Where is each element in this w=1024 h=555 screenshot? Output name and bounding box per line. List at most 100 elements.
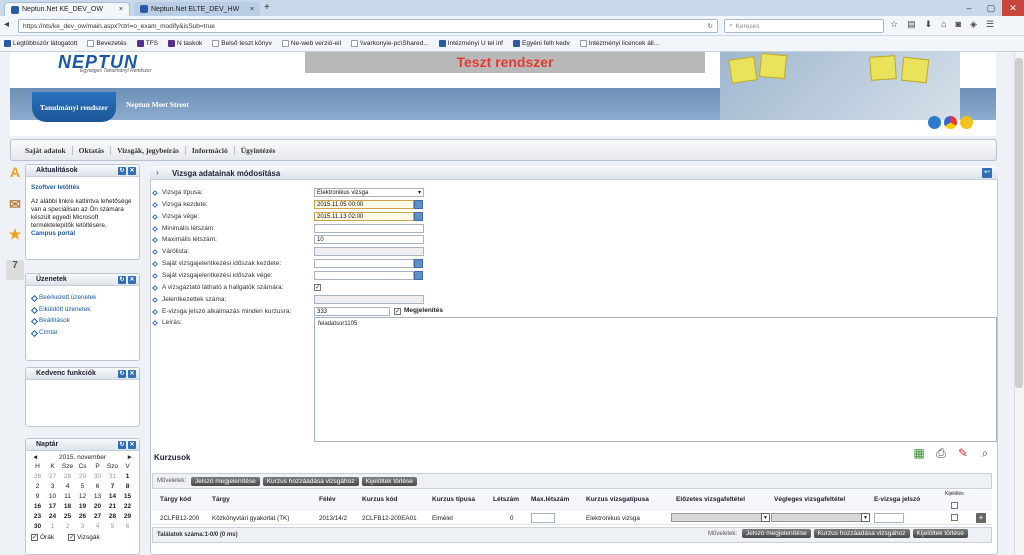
- calendar-picker-icon[interactable]: [414, 200, 423, 209]
- calendar-day[interactable]: 18: [60, 502, 75, 511]
- bookmark-item[interactable]: \\varkonyie-pc\Shared...: [351, 40, 429, 47]
- menu-icon[interactable]: ☰: [986, 19, 994, 30]
- own-period-end-input[interactable]: [314, 271, 414, 280]
- bookmark-item[interactable]: Bevezetés: [87, 40, 127, 47]
- calendar-day[interactable]: 6: [90, 482, 105, 491]
- calendar-day[interactable]: 1: [45, 522, 60, 531]
- col-targy-kod[interactable]: Tárgy kód: [160, 496, 191, 503]
- calendar-day[interactable]: 16: [30, 502, 45, 511]
- calendar-day[interactable]: 25: [60, 512, 75, 521]
- calendar-day[interactable]: 21: [105, 502, 120, 511]
- bookmark-item[interactable]: Intézményi licencek áll...: [579, 40, 659, 47]
- col-letszam[interactable]: Létszám: [493, 496, 519, 503]
- pocket-icon[interactable]: ◙: [956, 19, 961, 30]
- close-icon[interactable]: ✕: [128, 276, 136, 284]
- bookmark-item[interactable]: TFS: [136, 40, 158, 47]
- max-headcount-input[interactable]: 10: [314, 235, 424, 244]
- calendar-day[interactable]: 6: [120, 522, 135, 531]
- bookmark-item[interactable]: Ne-web verzió-eil: [281, 40, 341, 47]
- calendar-day[interactable]: 20: [90, 502, 105, 511]
- col-vegleges[interactable]: Végleges vizsgafeltétel: [774, 496, 845, 503]
- prev-month-icon[interactable]: ◄: [32, 454, 38, 461]
- calendar-day[interactable]: 24: [45, 512, 60, 521]
- back-icon[interactable]: ↩: [982, 168, 992, 178]
- browser-tab-active[interactable]: Neptun.Net KE_DEV_OW ×: [4, 2, 130, 16]
- menu-oktatas[interactable]: Oktatás: [73, 145, 112, 155]
- delete-selected-button[interactable]: Kijelöltek törlése: [912, 529, 968, 538]
- checkbox-orak[interactable]: ✓: [31, 534, 38, 541]
- calendar-day[interactable]: 1: [120, 472, 135, 481]
- col-vizsgatipus[interactable]: Kurzus vizsgatípusa: [586, 496, 649, 503]
- sent-link[interactable]: Elküldött üzenetek: [31, 304, 134, 316]
- clipboard-icon[interactable]: ▤: [907, 19, 916, 30]
- show-password-checkbox[interactable]: ✓: [394, 308, 401, 315]
- description-textarea[interactable]: feladatsor1105: [314, 317, 997, 442]
- reload-icon[interactable]: ↻: [708, 22, 713, 30]
- add-course-button[interactable]: Kurzus hozzáadása vizsgához: [813, 529, 910, 538]
- calendar-day[interactable]: 2: [60, 522, 75, 531]
- exam-end-input[interactable]: 2015.11.13 02:00: [314, 212, 414, 221]
- calendar-icon[interactable]: 7: [6, 260, 24, 280]
- col-kurzus-tipus[interactable]: Kurzus típusa: [432, 496, 475, 503]
- browser-tab-inactive[interactable]: Neptun.Net ELTE_DEV_HW ×: [134, 2, 260, 16]
- calendar-day[interactable]: 27: [90, 512, 105, 521]
- envelope-icon[interactable]: ✉: [6, 196, 24, 216]
- own-period-start-input[interactable]: [314, 259, 414, 268]
- star-icon[interactable]: ★: [6, 226, 24, 246]
- calendar-day[interactable]: 10: [45, 492, 60, 501]
- show-password-button[interactable]: Jelszó megjelenítése: [742, 529, 811, 538]
- bookmark-item[interactable]: Legtöbbször látogatott: [4, 40, 77, 47]
- add-row-icon[interactable]: +: [976, 513, 986, 523]
- directory-link[interactable]: Címtár: [31, 327, 134, 339]
- calendar-day[interactable]: 30: [90, 472, 105, 481]
- calendar-day[interactable]: 19: [75, 502, 90, 511]
- calendar-day[interactable]: 15: [120, 492, 135, 501]
- meet-street-link[interactable]: Neptun Meet Street: [126, 100, 189, 109]
- software-download-link[interactable]: Szoftver letöltés: [31, 184, 134, 192]
- preliminary-condition-select[interactable]: [671, 513, 763, 522]
- minimize-icon[interactable]: –: [958, 0, 980, 16]
- home-icon[interactable]: ⌂: [941, 19, 946, 30]
- add-course-button[interactable]: Kurzus hozzáadása vizsgához: [262, 476, 359, 486]
- calendar-day[interactable]: 12: [75, 492, 90, 501]
- exam-password-input[interactable]: 333: [314, 307, 390, 316]
- calendar-day[interactable]: 22: [120, 502, 135, 511]
- calendar-day[interactable]: 4: [90, 522, 105, 531]
- examiner-visible-checkbox[interactable]: ✓: [314, 284, 321, 291]
- col-jelszo[interactable]: E-vizsga jelszó: [874, 496, 920, 503]
- calendar-day[interactable]: 3: [45, 482, 60, 491]
- calendar-day[interactable]: 7: [105, 482, 120, 491]
- close-icon[interactable]: ×: [119, 6, 123, 13]
- calendar-day[interactable]: 5: [105, 522, 120, 531]
- exam-type-select[interactable]: Elektronikus vizsga ▾: [314, 188, 424, 197]
- show-password-button[interactable]: Jelszó megjelenítése: [191, 476, 260, 486]
- col-max-letszam[interactable]: Max.létszám: [531, 496, 569, 503]
- calendar-picker-icon[interactable]: [414, 271, 423, 280]
- calendar-day[interactable]: 26: [30, 472, 45, 481]
- print-icon[interactable]: ⎙: [934, 446, 948, 462]
- next-month-icon[interactable]: ►: [127, 454, 133, 461]
- max-headcount-cell-input[interactable]: [531, 513, 555, 523]
- calendar-day[interactable]: 2: [30, 482, 45, 491]
- calendar-day[interactable]: 14: [105, 492, 120, 501]
- calendar-day[interactable]: 11: [60, 492, 75, 501]
- calendar-day[interactable]: 3: [75, 522, 90, 531]
- shield-icon[interactable]: ◈: [970, 19, 977, 30]
- dropdown-arrow-icon[interactable]: ▼: [861, 513, 870, 522]
- final-condition-select[interactable]: [771, 513, 863, 522]
- settings-link[interactable]: Beállítások: [31, 315, 134, 327]
- search-input[interactable]: ⌕ Keresés: [724, 19, 884, 33]
- dropdown-arrow-icon[interactable]: ▼: [761, 513, 770, 522]
- accessibility-icon[interactable]: [960, 116, 973, 129]
- calendar-picker-icon[interactable]: [414, 259, 423, 268]
- calendar-day[interactable]: 9: [30, 492, 45, 501]
- select-all-checkbox[interactable]: [951, 502, 958, 509]
- color-wheel-icon[interactable]: [944, 116, 957, 129]
- bookmark-item[interactable]: Egyéni felh kedv: [513, 40, 570, 47]
- col-elozetes[interactable]: Előzetes vizsgafeltétel: [676, 496, 745, 503]
- excel-export-icon[interactable]: ▦: [912, 446, 926, 462]
- calendar-day[interactable]: 4: [60, 482, 75, 491]
- calendar-day[interactable]: 23: [30, 512, 45, 521]
- download-icon[interactable]: ⬇: [925, 19, 933, 30]
- calendar-day[interactable]: 29: [75, 472, 90, 481]
